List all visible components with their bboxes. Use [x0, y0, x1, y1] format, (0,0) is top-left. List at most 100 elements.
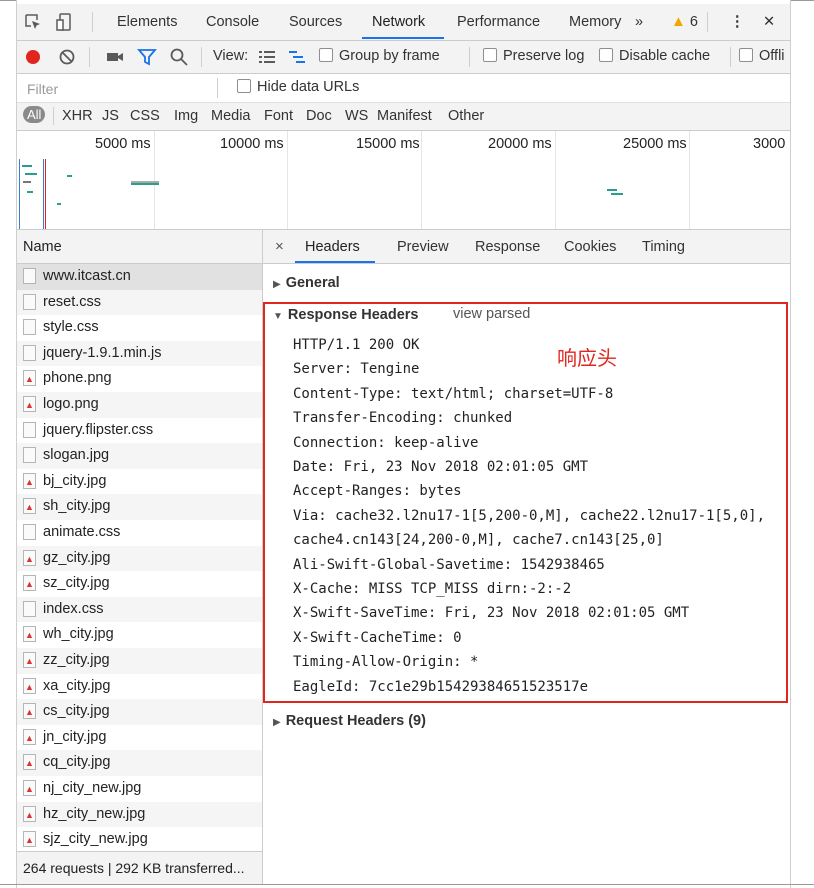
timeline-gridline	[154, 131, 155, 229]
type-filter-doc[interactable]: Doc	[306, 108, 332, 124]
bottom-border	[0, 884, 814, 885]
request-row[interactable]: www.itcast.cn	[17, 264, 262, 290]
group-by-frame-label: Group by frame	[339, 48, 440, 64]
filter-input[interactable]	[25, 79, 209, 99]
group-by-frame-checkbox[interactable]: Group by frame	[319, 48, 440, 64]
request-row[interactable]: ▲ logo.png	[17, 392, 262, 418]
request-row[interactable]: ▲ nj_city_new.jpg	[17, 776, 262, 802]
request-row[interactable]: ▲ cs_city.jpg	[17, 699, 262, 725]
timeline-tick: 20000 ms	[488, 136, 552, 152]
checkbox-icon	[739, 48, 753, 62]
network-overview-timeline[interactable]: 5000 ms 10000 ms 15000 ms 20000 ms 25000…	[17, 131, 790, 230]
menu-icon[interactable]: ⋮	[730, 14, 745, 30]
request-row[interactable]: ▲ phone.png	[17, 366, 262, 392]
warnings-counter[interactable]: ▲ 6	[671, 13, 698, 30]
tab-performance[interactable]: Performance	[457, 14, 540, 30]
request-name: sz_city.jpg	[43, 575, 110, 592]
tab-response[interactable]: Response	[475, 239, 540, 255]
record-icon[interactable]	[23, 47, 43, 67]
type-filter-ws[interactable]: WS	[345, 108, 368, 124]
request-row[interactable]: ▲ sh_city.jpg	[17, 494, 262, 520]
timeline-gridline	[287, 131, 288, 229]
divider	[89, 47, 90, 67]
type-filter-manifest[interactable]: Manifest	[377, 108, 432, 124]
request-name: reset.css	[43, 293, 102, 310]
checkbox-icon	[483, 48, 497, 62]
tab-console[interactable]: Console	[206, 14, 259, 30]
offline-checkbox[interactable]: Offli	[739, 48, 785, 64]
tab-elements[interactable]: Elements	[117, 14, 177, 30]
tab-cookies[interactable]: Cookies	[564, 239, 616, 255]
request-detail-pane: × Headers Preview Response Cookies Timin…	[263, 230, 790, 884]
response-header-annotation: 响应头	[557, 348, 617, 370]
expanded-triangle-icon: ▼	[273, 311, 283, 322]
disable-cache-checkbox[interactable]: Disable cache	[599, 48, 710, 64]
request-row[interactable]: ▲ bj_city.jpg	[17, 469, 262, 495]
request-row[interactable]: style.css	[17, 315, 262, 341]
image-icon: ▲	[23, 498, 36, 515]
disable-cache-label: Disable cache	[619, 48, 711, 64]
active-tab-indicator	[295, 261, 375, 263]
request-row[interactable]: ▲ jn_city.jpg	[17, 725, 262, 751]
request-row[interactable]: reset.css	[17, 289, 262, 316]
tab-memory[interactable]: Memory	[569, 14, 621, 30]
tab-sources[interactable]: Sources	[289, 14, 342, 30]
type-filter-media[interactable]: Media	[211, 108, 251, 124]
waterfall-overview-icon[interactable]	[287, 47, 307, 67]
request-row[interactable]: jquery.flipster.css	[17, 418, 262, 444]
request-name: phone.png	[43, 370, 112, 387]
type-filter-css[interactable]: CSS	[130, 108, 160, 124]
request-row[interactable]: ▲ xa_city.jpg	[17, 674, 262, 700]
type-filter-font[interactable]: Font	[264, 108, 293, 124]
clear-icon[interactable]	[57, 47, 77, 67]
request-row[interactable]: jquery-1.9.1.min.js	[17, 340, 262, 367]
image-icon: ▲	[23, 754, 36, 771]
close-devtools-icon[interactable]: ✕	[763, 14, 775, 30]
tab-headers[interactable]: Headers	[305, 239, 360, 255]
request-row[interactable]: ▲ wh_city.jpg	[17, 622, 262, 648]
inspect-element-icon[interactable]	[23, 12, 43, 32]
device-toolbar-icon[interactable]	[55, 12, 75, 32]
name-column-header[interactable]: Name	[17, 230, 262, 264]
request-bar	[131, 181, 159, 183]
view-parsed-link[interactable]: view parsed	[453, 306, 530, 322]
image-icon: ▲	[23, 626, 36, 643]
request-row[interactable]: ▲ hz_city_new.jpg	[17, 801, 262, 828]
response-header-line: EagleId: 7cc1e29b15429384651523517e	[293, 678, 589, 695]
request-row[interactable]: animate.css	[17, 520, 262, 546]
screenshot-capture-icon[interactable]	[105, 47, 125, 67]
request-row[interactable]: ▲ cq_city.jpg	[17, 750, 262, 776]
request-row[interactable]: index.css	[17, 596, 262, 623]
hide-data-urls-label: Hide data URLs	[257, 79, 360, 95]
close-detail-icon[interactable]: ×	[275, 238, 284, 255]
tab-preview[interactable]: Preview	[397, 239, 449, 255]
request-headers-section-toggle[interactable]: ▶ Request Headers (9)	[273, 713, 426, 729]
request-name: slogan.jpg	[43, 447, 110, 464]
type-filter-xhr[interactable]: XHR	[62, 108, 93, 124]
response-headers-section-toggle[interactable]: ▼ Response Headers	[273, 307, 418, 323]
large-rows-icon[interactable]	[257, 47, 277, 67]
request-row[interactable]: ▲ zz_city.jpg	[17, 648, 262, 674]
more-tabs-button[interactable]: »	[635, 14, 643, 30]
general-section-toggle[interactable]: ▶ General	[273, 275, 340, 291]
request-bar	[22, 165, 32, 167]
type-filter-all[interactable]: All	[23, 106, 46, 123]
type-filter-img[interactable]: Img	[174, 108, 198, 124]
filter-icon[interactable]	[137, 47, 157, 67]
request-row[interactable]: ▲ sz_city.jpg	[17, 571, 262, 597]
search-icon[interactable]	[169, 47, 189, 67]
detail-tab-bar: × Headers Preview Response Cookies Timin…	[263, 230, 790, 264]
image-icon: ▲	[23, 805, 36, 822]
request-row[interactable]: ▲ gz_city.jpg	[17, 545, 262, 572]
hide-data-urls-checkbox[interactable]: Hide data URLs	[237, 79, 359, 95]
tab-timing[interactable]: Timing	[642, 239, 685, 255]
request-name: cs_city.jpg	[43, 703, 110, 720]
request-row[interactable]: ▲ sjz_city_new.jpg	[17, 827, 262, 853]
checkbox-icon	[237, 79, 251, 93]
response-header-line: X-Cache: MISS TCP_MISS dirn:-2:-2	[293, 581, 572, 597]
type-filter-js[interactable]: JS	[102, 108, 119, 124]
type-filter-other[interactable]: Other	[448, 108, 484, 124]
tab-network[interactable]: Network	[372, 14, 425, 30]
request-row[interactable]: slogan.jpg	[17, 443, 262, 469]
preserve-log-checkbox[interactable]: Preserve log	[483, 48, 584, 64]
